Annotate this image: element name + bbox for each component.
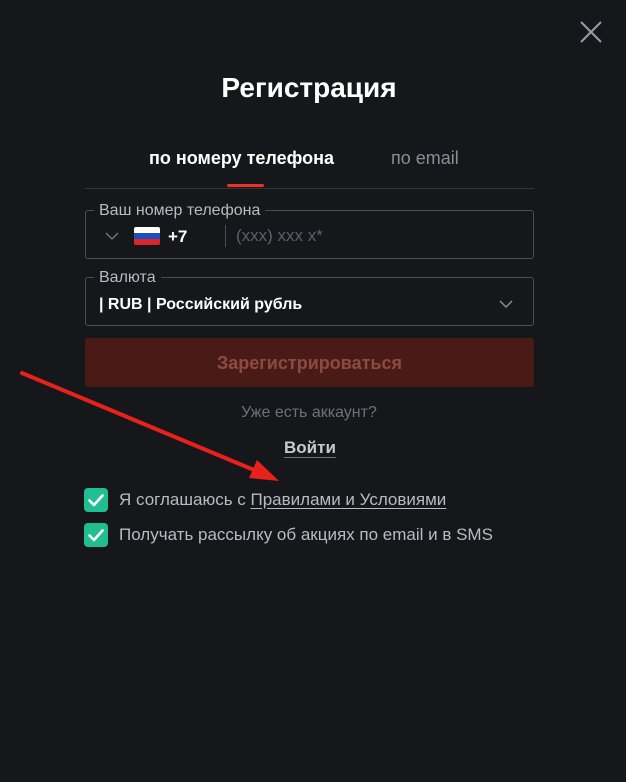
phone-input[interactable] <box>236 221 516 251</box>
have-account-text: Уже есть аккаунт? <box>241 404 377 421</box>
annotation-arrow-icon <box>20 371 279 481</box>
login-link[interactable]: Войти <box>284 438 336 458</box>
currency-value: | RUB | Российский рубль <box>99 296 303 313</box>
checkmark-icon <box>88 494 104 507</box>
currency-select[interactable]: Валюта | RUB | Российский рубль <box>85 269 534 326</box>
russia-flag-icon[interactable] <box>134 227 160 245</box>
newsletter-text: Получать рассылку об акциях по email и в… <box>119 525 493 544</box>
checkmark-icon <box>88 529 104 542</box>
modal-title: Регистрация <box>221 72 397 103</box>
chevron-down-icon <box>499 300 513 309</box>
tab-phone[interactable]: по номеру телефона <box>149 148 334 169</box>
chevron-down-icon[interactable] <box>104 231 120 241</box>
tab-email[interactable]: по email <box>391 148 459 169</box>
terms-checkbox[interactable] <box>84 488 108 512</box>
close-icon <box>580 21 602 43</box>
register-button[interactable]: Зарегистрироваться <box>85 338 534 387</box>
close-button[interactable] <box>578 19 604 45</box>
currency-field-label: Валюта <box>94 269 161 287</box>
terms-prefix: Я соглашаюсь с <box>119 490 251 509</box>
phone-field-label: Ваш номер телефона <box>94 202 266 220</box>
registration-tabs: по номеру телефона по email <box>85 140 534 189</box>
terms-agreement-text: Я соглашаюсь с Правилами и Условиями <box>119 490 446 510</box>
field-divider <box>225 225 226 247</box>
active-tab-indicator <box>227 184 264 187</box>
country-code: +7 <box>168 227 188 246</box>
terms-link[interactable]: Правилами и Условиями <box>251 490 447 509</box>
phone-field: Ваш номер телефона +7 <box>85 202 534 259</box>
newsletter-checkbox[interactable] <box>84 523 108 547</box>
